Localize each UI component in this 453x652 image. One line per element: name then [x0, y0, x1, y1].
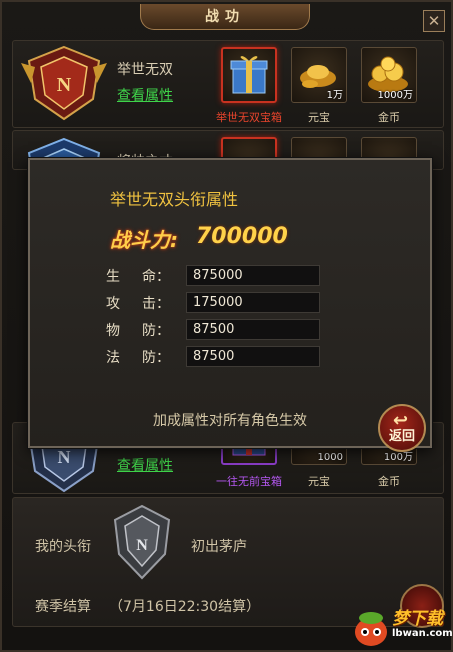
achievement-window: 战功 ✕ N 举世无双 查看属性 举世无双宝箱 1万 元宝 1000万 金币 N… [0, 0, 453, 652]
stat-name-attack: 攻击： [106, 296, 170, 312]
svg-text:N: N [136, 537, 148, 554]
reward-slot-chest[interactable] [221, 47, 277, 103]
reward-quantity: 1000万 [377, 90, 413, 101]
reward-quantity: 1000 [317, 452, 343, 463]
watermark-logo: 梦下载 lbwan.com [352, 602, 453, 652]
reward-label: 举世无双宝箱 [216, 111, 282, 124]
stat-name-magic-defense: 法防： [106, 350, 170, 366]
my-title-value: 初出茅庐 [191, 539, 247, 555]
mascot-icon [355, 612, 387, 646]
reward-slot-ingot[interactable]: 1万 [291, 47, 347, 103]
stat-name-hp: 生命： [106, 269, 170, 285]
rank-row: N 举世无双 查看属性 举世无双宝箱 1万 元宝 1000万 金币 [12, 40, 444, 128]
reward-label: 元宝 [308, 111, 330, 124]
season-time: （7月16日22:30结算） [109, 599, 261, 615]
title-attributes-popup: 举世无双头衔属性 战斗力: 700000 生命： 875000 攻击： 1750… [28, 158, 432, 452]
power-label: 战斗力: [110, 228, 178, 252]
reward-label: 元宝 [308, 475, 330, 488]
svg-text:N: N [57, 74, 72, 96]
close-button[interactable]: ✕ [423, 10, 445, 32]
gift-box-icon [230, 56, 268, 94]
current-title-emblem-icon: N [113, 504, 171, 580]
svg-text:N: N [58, 447, 71, 467]
rank-emblem-icon: N [21, 45, 107, 121]
popup-title: 举世无双头衔属性 [110, 190, 239, 209]
view-attributes-link[interactable]: 查看属性 [117, 455, 173, 475]
reward-label: 金币 [378, 111, 400, 124]
stat-value-attack: 175000 [186, 292, 320, 313]
view-attributes-link[interactable]: 查看属性 [117, 85, 173, 105]
stat-name-physical-defense: 物防： [106, 323, 170, 339]
return-arrow-icon: ↩ [393, 410, 409, 431]
my-title-label: 我的头衔 [35, 539, 91, 555]
reward-label: 金币 [378, 475, 400, 488]
season-label: 赛季结算 [35, 599, 91, 615]
stat-value-physical-defense: 87500 [186, 319, 320, 340]
stat-value-hp: 875000 [186, 265, 320, 286]
window-title: 战功 [140, 4, 310, 30]
reward-quantity: 1万 [326, 90, 343, 101]
power-value: 700000 [196, 224, 288, 249]
reward-label: 一往无前宝箱 [216, 475, 282, 488]
bonus-note: 加成属性对所有角色生效 [153, 413, 307, 429]
return-label: 返回 [388, 429, 415, 444]
watermark-url: lbwan.com [392, 628, 453, 639]
return-button[interactable]: ↩ 返回 [378, 404, 426, 452]
watermark-name: 梦下载 [392, 609, 443, 629]
rank-name: 举世无双 [117, 62, 173, 78]
reward-slot-coins[interactable]: 1000万 [361, 47, 417, 103]
stat-value-magic-defense: 87500 [186, 346, 320, 367]
